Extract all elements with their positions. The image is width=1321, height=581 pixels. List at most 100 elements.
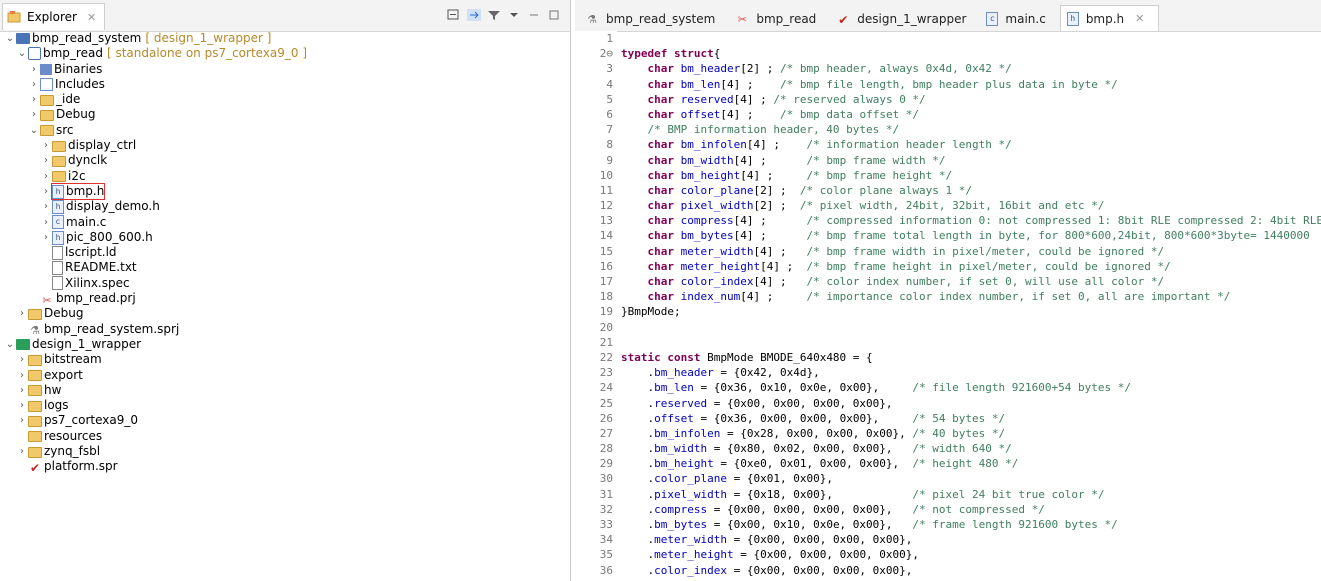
- tree-item[interactable]: ⌄ bmp_read[ standalone on ps7_cortexa9_0 …: [0, 46, 570, 61]
- code-token: .: [621, 366, 655, 380]
- chevron-right-icon[interactable]: ›: [16, 413, 28, 428]
- tree-item[interactable]: › Debug: [0, 107, 570, 122]
- chevron-right-icon[interactable]: ›: [16, 352, 28, 367]
- tree-item[interactable]: ⌄ bmp_read_system[ design_1_wrapper ]: [0, 31, 570, 46]
- tree-item[interactable]: › Debug: [0, 306, 570, 321]
- line-number: 7: [606, 123, 613, 137]
- chevron-right-icon[interactable]: ›: [40, 169, 52, 184]
- tree-item-label: ps7_cortexa9_0: [44, 413, 138, 428]
- tree-item[interactable]: ⌄ src: [0, 123, 570, 138]
- chevron-down-icon[interactable]: ⌄: [16, 46, 28, 61]
- view-menu-icon[interactable]: [506, 7, 522, 23]
- tree-item[interactable]: › h bmp.h: [0, 182, 570, 201]
- code-token: char: [647, 77, 675, 91]
- tree-item[interactable]: ✂ bmp_read.prj: [0, 291, 570, 307]
- chevron-right-icon[interactable]: ›: [28, 107, 40, 122]
- chevron-down-icon[interactable]: ⌄: [4, 31, 16, 46]
- filter-icon[interactable]: [486, 7, 502, 23]
- editor-tab[interactable]: c main.c: [980, 6, 1059, 31]
- code-line: char bm_header[2] ; /* bmp header, alway…: [621, 61, 1321, 76]
- line-number: 31: [599, 487, 613, 501]
- tree-item[interactable]: README.txt: [0, 260, 570, 276]
- chevron-right-icon[interactable]: ›: [28, 92, 40, 107]
- tree-item-label: bitstream: [44, 352, 102, 367]
- tree-item[interactable]: › c main.c: [0, 215, 570, 230]
- chevron-right-icon[interactable]: ›: [16, 368, 28, 383]
- tree-item[interactable]: › h display_demo.h: [0, 199, 570, 214]
- tree-item[interactable]: › bitstream: [0, 352, 570, 367]
- editor-tab[interactable]: ✔ design_1_wrapper: [830, 6, 980, 31]
- code-token: [4] ;: [720, 77, 780, 91]
- code-line: char meter_width[4] ; /* bmp frame width…: [621, 244, 1321, 259]
- chevron-right-icon[interactable]: ›: [40, 153, 52, 168]
- code-line: char bm_height[4] ; /* bmp frame height …: [621, 168, 1321, 183]
- folder-icon: [28, 416, 42, 428]
- chevron-right-icon[interactable]: ›: [40, 138, 52, 153]
- project-settings-icon: ✂: [737, 12, 747, 26]
- code-token: [4] ;: [733, 92, 774, 106]
- tree-item[interactable]: › ps7_cortexa9_0: [0, 413, 570, 428]
- header-file-icon: h: [52, 230, 64, 245]
- code-area[interactable]: typedef struct{ char bm_header[2] ; /* b…: [621, 31, 1321, 581]
- code-token: /* BMP information header, 40 bytes */: [647, 123, 900, 137]
- line-number: 33: [599, 518, 613, 531]
- binaries-icon: [40, 63, 52, 75]
- chevron-right-icon[interactable]: ›: [40, 215, 52, 230]
- tree-item[interactable]: › hw: [0, 383, 570, 398]
- tree-item-label: Xilinx.spec: [65, 275, 130, 290]
- chevron-right-icon[interactable]: ›: [16, 444, 28, 459]
- minimize-icon[interactable]: [526, 7, 542, 23]
- code-token: bm_width: [680, 153, 734, 167]
- chevron-right-icon[interactable]: ›: [16, 383, 28, 398]
- folder-icon: [52, 156, 66, 168]
- tree-item[interactable]: › display_ctrl: [0, 138, 570, 153]
- tree-item[interactable]: ⌄ design_1_wrapper: [0, 337, 570, 352]
- close-icon[interactable]: ✕: [87, 11, 96, 24]
- tree-item[interactable]: Xilinx.spec: [0, 276, 570, 291]
- tree-item[interactable]: › logs: [0, 398, 570, 413]
- editor-tab[interactable]: ⚗ bmp_read_system: [579, 6, 729, 31]
- header-file-icon: h: [52, 199, 64, 214]
- tree-item[interactable]: › h pic_800_600.h: [0, 230, 570, 245]
- tree-item[interactable]: ⚗ bmp_read_system.sprj: [0, 322, 570, 338]
- chevron-right-icon[interactable]: ›: [16, 398, 28, 413]
- collapse-all-icon[interactable]: [446, 7, 462, 23]
- tree-item[interactable]: › dynclk: [0, 153, 570, 168]
- code-token: [4] ;: [746, 138, 807, 152]
- link-with-editor-icon[interactable]: [466, 7, 482, 23]
- tree-item[interactable]: resources: [0, 429, 570, 444]
- chevron-down-icon[interactable]: ⌄: [28, 123, 40, 138]
- chevron-right-icon[interactable]: ›: [28, 62, 40, 77]
- tree-item[interactable]: › Includes: [0, 77, 570, 92]
- tree-item[interactable]: › zynq_fsbl: [0, 444, 570, 459]
- maximize-icon[interactable]: [546, 7, 562, 23]
- chevron-right-icon[interactable]: ›: [28, 77, 40, 92]
- code-token: char: [647, 153, 675, 167]
- chevron-right-icon[interactable]: ›: [40, 199, 52, 214]
- tree-item[interactable]: › i2c: [0, 169, 570, 184]
- editor-tab[interactable]: ✂ bmp_read: [729, 6, 830, 31]
- chevron-right-icon[interactable]: ›: [40, 184, 52, 199]
- tree-item[interactable]: › export: [0, 368, 570, 383]
- tree-item[interactable]: › Binaries: [0, 62, 570, 77]
- code-token: offset: [680, 107, 721, 121]
- chevron-right-icon[interactable]: ›: [16, 306, 28, 321]
- tree-item-label: display_ctrl: [68, 138, 137, 153]
- editor-tab-label: main.c: [1005, 11, 1046, 26]
- editor-tab[interactable]: h bmp.h ✕: [1059, 5, 1160, 31]
- code-line: .bm_height = {0xe0, 0x01, 0x00, 0x00}, /…: [621, 456, 1321, 471]
- tree-item[interactable]: ✔ platform.spr: [0, 459, 570, 475]
- chevron-down-icon[interactable]: ⌄: [4, 337, 16, 352]
- tree-item[interactable]: lscript.ld: [0, 245, 570, 260]
- close-icon[interactable]: ✕: [1135, 12, 1144, 25]
- code-line: .bm_len = {0x36, 0x10, 0x0e, 0x00}, /* f…: [621, 380, 1321, 395]
- chevron-right-icon[interactable]: ›: [40, 230, 52, 245]
- code-token: /* information header length */: [806, 138, 1012, 152]
- code-token: .: [621, 411, 655, 425]
- tab-explorer[interactable]: Explorer ✕: [2, 3, 106, 30]
- tree-item[interactable]: › _ide: [0, 92, 570, 107]
- tree-item-label: lscript.ld: [65, 245, 117, 260]
